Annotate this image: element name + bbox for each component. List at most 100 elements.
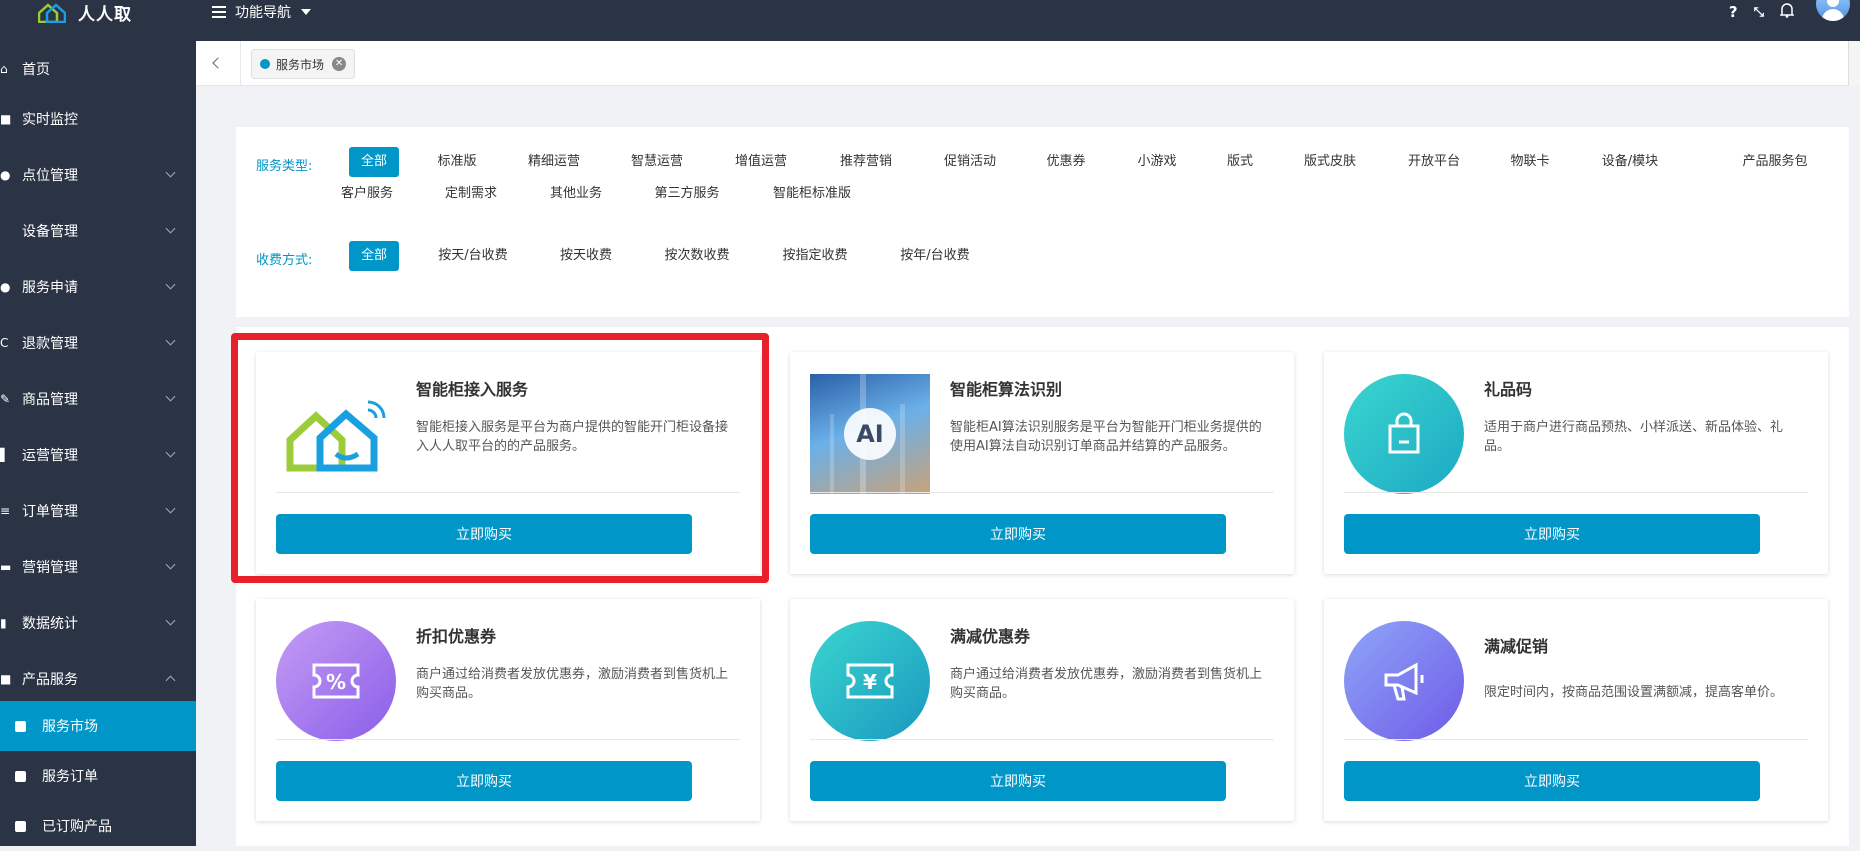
sidebar-item-label: 商品管理 — [22, 392, 78, 408]
type-option[interactable]: 小游戏 — [1125, 147, 1188, 177]
type-option[interactable]: 标准版 — [425, 147, 488, 177]
filter-panel: 服务类型: 全部 标准版 精细运营 智慧运营 增值运营 推荐营销 促销活动 优惠… — [236, 127, 1849, 317]
type-option[interactable]: 设备/模块 — [1590, 147, 1670, 177]
camera-icon: ■ — [0, 112, 12, 126]
card-description: 智能柜AI算法识别服务是平台为智能开门柜业务提供的使用AI算法自动识别订单商品并… — [950, 420, 1262, 454]
type-option[interactable]: 开放平台 — [1396, 147, 1472, 177]
divider — [1344, 492, 1808, 493]
sidebar-item-label: 产品服务 — [22, 672, 78, 688]
buy-now-button[interactable]: 立即购买 — [276, 761, 692, 801]
question-icon[interactable]: ? — [1729, 3, 1738, 21]
svg-text:%: % — [326, 670, 346, 694]
card-title: 智能柜接入服务 — [416, 380, 529, 399]
type-option[interactable]: 定制需求 — [433, 179, 509, 209]
chevron-down-icon — [165, 447, 176, 458]
square-icon — [15, 820, 26, 832]
type-option[interactable]: 版式皮肤 — [1292, 147, 1368, 177]
ai-badge: AI — [856, 420, 884, 448]
type-option[interactable]: 版式 — [1215, 147, 1265, 177]
buy-now-button[interactable]: 立即购买 — [1344, 514, 1760, 554]
sidebar-item-product-service[interactable]: ■ 产品服务 — [0, 651, 196, 707]
service-card-grid: 智能柜接入服务 智能柜接入服务是平台为商户提供的智能开门柜设备接入人人取平台的的… — [236, 327, 1849, 846]
square-icon — [15, 720, 26, 732]
type-option[interactable]: 推荐营销 — [828, 147, 904, 177]
divider — [276, 492, 740, 493]
fee-option[interactable]: 全部 — [348, 241, 400, 271]
buy-now-button[interactable]: 立即购买 — [810, 514, 1226, 554]
type-option[interactable]: 增值运营 — [723, 147, 799, 177]
fee-option[interactable]: 按天/台收费 — [426, 241, 519, 271]
type-option[interactable]: 优惠券 — [1034, 147, 1097, 177]
bell-icon[interactable] — [1779, 2, 1795, 22]
list-icon: ≡ — [0, 504, 11, 518]
house-logo-icon — [276, 374, 396, 494]
buy-now-button[interactable]: 立即购买 — [1344, 761, 1760, 801]
sidebar-item-location[interactable]: ● 点位管理 — [0, 147, 196, 203]
chevron-down-icon — [165, 559, 176, 570]
app-title: 人人取 — [78, 4, 132, 25]
sidebar-item-service-apply[interactable]: ● 服务申请 — [0, 259, 196, 315]
sidebar-item-home[interactable]: ⌂ 首页 — [0, 41, 196, 97]
function-nav-label: 功能导航 — [235, 5, 291, 21]
sidebar-subitem-subscribed-products[interactable]: 已订购产品 — [0, 801, 196, 851]
sidebar-item-device[interactable]: 设备管理 — [0, 203, 196, 259]
sidebar-item-goods[interactable]: ✎ 商品管理 — [0, 371, 196, 427]
chevron-down-icon — [165, 223, 176, 234]
service-type-label: 服务类型: — [256, 159, 313, 174]
type-option[interactable]: 促销活动 — [932, 147, 1008, 177]
sidebar-item-monitor[interactable]: ■ 实时监控 — [0, 91, 196, 147]
sidebar-item-label: 服务申请 — [22, 280, 78, 296]
type-option[interactable]: 智能柜标准版 — [761, 179, 863, 209]
menu-icon — [212, 3, 226, 21]
fee-option[interactable]: 按次数收费 — [652, 241, 741, 271]
sidebar-item-label: 订单管理 — [22, 504, 78, 520]
fee-option[interactable]: 按年/台收费 — [888, 241, 981, 271]
sidebar-subitem-service-orders[interactable]: 服务订单 — [0, 751, 196, 801]
type-option[interactable]: 产品服务包 — [1730, 147, 1819, 177]
tab-service-market[interactable]: 服务市场 ✕ — [251, 49, 356, 79]
type-option[interactable]: 精细运营 — [516, 147, 592, 177]
card-description: 适用于商户进行商品预热、小样派送、新品体验、礼品。 — [1484, 420, 1784, 454]
divider — [1344, 739, 1808, 740]
close-icon[interactable]: ✕ — [332, 57, 347, 71]
sidebar-subitem-service-market[interactable]: 服务市场 — [0, 701, 196, 751]
home-icon: ⌂ — [0, 62, 8, 76]
sidebar-item-marketing[interactable]: ▬ 营销管理 — [0, 539, 196, 595]
flag-icon: ▌ — [0, 448, 10, 462]
type-option[interactable]: 客户服务 — [329, 179, 405, 209]
ai-photo: AI — [810, 374, 930, 494]
function-nav-menu[interactable]: 功能导航 — [212, 0, 311, 24]
type-option[interactable]: 物联卡 — [1498, 147, 1561, 177]
type-option[interactable]: 智慧运营 — [619, 147, 695, 177]
pin-icon: ● — [0, 168, 11, 182]
chevron-up-icon — [165, 675, 176, 686]
card-description: 商户通过给消费者发放优惠券，激励消费者到售货机上购买商品。 — [950, 667, 1263, 701]
chevron-down-icon — [165, 391, 176, 402]
avatar[interactable] — [1816, 0, 1850, 21]
scrollbar[interactable] — [1848, 41, 1860, 85]
chevron-down-icon — [165, 615, 176, 626]
sidebar-item-label: 设备管理 — [22, 224, 78, 240]
fee-option[interactable]: 按指定收费 — [770, 241, 859, 271]
type-option[interactable]: 第三方服务 — [642, 179, 731, 209]
chevron-down-icon — [165, 167, 176, 178]
sidebar-item-refund[interactable]: C 退款管理 — [0, 315, 196, 371]
fullscreen-icon[interactable]: ⤡ — [1754, 5, 1764, 20]
square-icon — [15, 770, 26, 782]
buy-now-button[interactable]: 立即购买 — [810, 761, 1226, 801]
type-option[interactable]: 全部 — [348, 147, 400, 177]
app-logo[interactable]: 人人取 — [38, 0, 132, 25]
sidebar-item-orders[interactable]: ≡ 订单管理 — [0, 483, 196, 539]
sidebar-item-statistics[interactable]: ▮ 数据统计 — [0, 595, 196, 651]
buy-now-button[interactable]: 立即购买 — [276, 514, 692, 554]
user-icon: ● — [0, 280, 11, 294]
sidebar-item-label: 退款管理 — [22, 336, 78, 352]
tabs-scroll-left-button[interactable] — [196, 41, 241, 85]
type-option[interactable]: 其他业务 — [538, 179, 614, 209]
sidebar: ⌂ 首页 ■ 实时监控 ● 点位管理 设备管理 ● 服务申请 C 退款管理 ✎ … — [0, 41, 196, 846]
service-card: ¥ 满减优惠券 商户通过给消费者发放优惠券，激励消费者到售货机上购买商品。 立即… — [790, 599, 1294, 821]
sidebar-subitem-label: 服务订单 — [42, 769, 98, 785]
fee-option[interactable]: 按天收费 — [548, 241, 624, 271]
svg-text:¥: ¥ — [863, 670, 877, 694]
sidebar-item-operation[interactable]: ▌ 运营管理 — [0, 427, 196, 483]
